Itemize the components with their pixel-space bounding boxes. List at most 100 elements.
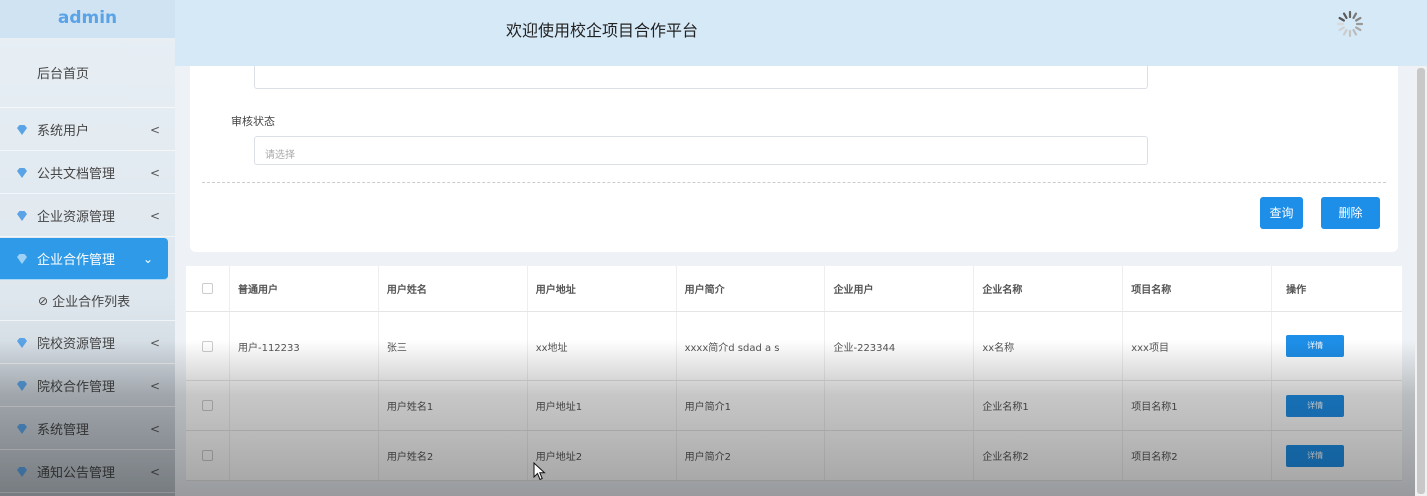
actions-cell: 详情 bbox=[1272, 431, 1402, 480]
chevron-left-icon: < bbox=[149, 464, 161, 479]
detail-button[interactable]: 详情 bbox=[1286, 394, 1345, 417]
gem-icon bbox=[17, 337, 27, 348]
sidebar: admin 后台首页 系统用户 < 公共文档管理 < 企业资源管理 < 企业合作… bbox=[0, 0, 175, 496]
table-cell: 用户地址1 bbox=[528, 381, 677, 430]
chevron-left-icon: < bbox=[149, 208, 161, 223]
sidebar-item-system-management[interactable]: 系统管理 < bbox=[0, 408, 175, 450]
row-checkbox[interactable] bbox=[201, 450, 213, 461]
table-cell: 用户地址2 bbox=[528, 431, 677, 480]
sidebar-item-label: 院校合作管理 bbox=[37, 380, 116, 395]
table-cell: 企业名称1 bbox=[974, 381, 1124, 430]
sidebar-item-system-users[interactable]: 系统用户 < bbox=[0, 109, 175, 151]
table-cell: 用户姓名2 bbox=[379, 431, 528, 480]
column-header: 操作 bbox=[1286, 285, 1307, 296]
sidebar-item-label: 企业合作管理 bbox=[37, 253, 116, 268]
chevron-left-icon: < bbox=[149, 378, 161, 393]
gem-icon bbox=[17, 253, 27, 264]
table-row: 用户姓名1 用户地址1 用户简介1 企业名称1 项目名称1 详情 bbox=[186, 381, 1402, 431]
sidebar-item-enterprise-resources[interactable]: 企业资源管理 < bbox=[0, 195, 175, 237]
table-row: 用户-112233 张三 xx地址 xxxx简介d sdad a s 企业-22… bbox=[186, 312, 1402, 381]
table-cell: xxx项目 bbox=[1123, 312, 1273, 380]
column-header: 普通用户 bbox=[230, 266, 379, 311]
sidebar-item-label: 企业合作列表 bbox=[52, 295, 131, 310]
table-cell: xxxx简介d sdad a s bbox=[677, 312, 826, 380]
gem-icon bbox=[17, 124, 27, 135]
row-checkbox-cell bbox=[186, 381, 230, 430]
status-select[interactable]: 请选择 bbox=[254, 136, 1148, 165]
page-title: 欢迎使用校企项目合作平台 bbox=[506, 21, 699, 40]
table-cell: 企业名称2 bbox=[974, 431, 1124, 480]
select-all-cell bbox=[186, 266, 230, 311]
table-cell: 用户简介2 bbox=[677, 431, 826, 480]
column-header: 项目名称 bbox=[1123, 266, 1273, 311]
scrollbar-thumb[interactable] bbox=[1417, 68, 1425, 494]
table-cell: 企业-223344 bbox=[825, 312, 975, 380]
sidebar-item-school-cooperation[interactable]: 院校合作管理 < bbox=[0, 365, 175, 407]
sidebar-item-notices[interactable]: 通知公告管理 < bbox=[0, 451, 175, 493]
status-label: 审核状态 bbox=[231, 115, 275, 128]
sidebar-item-label: 系统用户 bbox=[37, 124, 90, 139]
table-cell: xx地址 bbox=[528, 312, 677, 380]
header: 欢迎使用校企项目合作平台 bbox=[175, 0, 1427, 66]
gem-icon bbox=[17, 210, 27, 221]
sidebar-item-enterprise-cooperation[interactable]: 企业合作管理 ⌄ bbox=[0, 238, 168, 280]
delete-button[interactable]: 删除 bbox=[1321, 197, 1380, 229]
query-button[interactable]: 查询 bbox=[1260, 197, 1303, 229]
sidebar-item-label: 通知公告管理 bbox=[37, 466, 116, 481]
table-cell: 张三 bbox=[379, 312, 528, 380]
chevron-left-icon: < bbox=[149, 421, 161, 436]
table-cell bbox=[825, 431, 975, 480]
sidebar-subitem-cooperation-list[interactable]: ⊘ 企业合作列表 bbox=[0, 281, 175, 321]
table-row: 用户姓名2 用户地址2 用户简介2 企业名称2 项目名称2 详情 bbox=[186, 431, 1402, 481]
table-cell bbox=[825, 381, 975, 430]
mouse-pointer-icon bbox=[533, 462, 546, 481]
table-header-row: 普通用户 用户姓名 用户地址 用户简介 企业用户 企业名称 项目名称 操作 bbox=[186, 266, 1402, 312]
table-cell: 用户姓名1 bbox=[379, 381, 528, 430]
sidebar-item-label: 后台首页 bbox=[37, 67, 90, 82]
gem-icon bbox=[17, 380, 27, 391]
sidebar-item-home[interactable]: 后台首页 bbox=[0, 38, 175, 108]
table-cell: 用户-112233 bbox=[230, 312, 379, 380]
divider bbox=[202, 182, 1386, 183]
actions-cell: 详情 bbox=[1272, 312, 1402, 380]
vertical-scrollbar[interactable] bbox=[1415, 66, 1427, 496]
column-header: 用户姓名 bbox=[379, 266, 528, 311]
column-header: 企业用户 bbox=[825, 266, 975, 311]
chevron-left-icon: < bbox=[149, 335, 161, 350]
sidebar-item-public-docs[interactable]: 公共文档管理 < bbox=[0, 152, 175, 194]
column-header: 企业名称 bbox=[974, 266, 1124, 311]
sidebar-menu: 后台首页 系统用户 < 公共文档管理 < 企业资源管理 < 企业合作管理 ⌄ ⊘… bbox=[0, 38, 175, 493]
table-cell: 项目名称1 bbox=[1123, 381, 1273, 430]
chevron-left-icon: < bbox=[149, 165, 161, 180]
table-cell: 项目名称2 bbox=[1123, 431, 1273, 480]
sidebar-item-label: 院校资源管理 bbox=[37, 337, 116, 352]
sidebar-item-school-resources[interactable]: 院校资源管理 < bbox=[0, 322, 175, 364]
data-table: 普通用户 用户姓名 用户地址 用户简介 企业用户 企业名称 项目名称 操作 用户… bbox=[186, 266, 1402, 481]
sidebar-item-label: 企业资源管理 bbox=[37, 210, 116, 225]
gem-icon bbox=[17, 167, 27, 178]
column-header: 用户简介 bbox=[677, 266, 826, 311]
loading-spinner-icon bbox=[1336, 10, 1364, 38]
table-cell bbox=[230, 381, 379, 430]
chevron-down-icon: ⌄ bbox=[142, 251, 154, 266]
sidebar-item-label: 公共文档管理 bbox=[37, 167, 116, 182]
table-cell bbox=[230, 431, 379, 480]
detail-button[interactable]: 详情 bbox=[1286, 335, 1345, 357]
row-checkbox[interactable] bbox=[201, 400, 213, 411]
gem-icon bbox=[17, 466, 27, 477]
row-checkbox-cell bbox=[186, 431, 230, 480]
table-cell: xx名称 bbox=[974, 312, 1124, 380]
row-checkbox-cell bbox=[186, 312, 230, 380]
select-all-checkbox[interactable] bbox=[201, 283, 213, 294]
column-header: 用户地址 bbox=[528, 266, 677, 311]
sidebar-item-label: 系统管理 bbox=[37, 423, 90, 438]
actions-cell: 详情 bbox=[1272, 381, 1402, 430]
filter-panel: 审核状态 请选择 查询 删除 bbox=[190, 66, 1398, 252]
gem-icon bbox=[17, 423, 27, 434]
text-field[interactable] bbox=[254, 66, 1148, 89]
detail-button[interactable]: 详情 bbox=[1286, 444, 1345, 467]
chevron-left-icon: < bbox=[149, 122, 161, 137]
check-circle-icon: ⊘ bbox=[38, 293, 49, 308]
brand-logo: admin bbox=[0, 0, 175, 38]
row-checkbox[interactable] bbox=[201, 340, 213, 352]
